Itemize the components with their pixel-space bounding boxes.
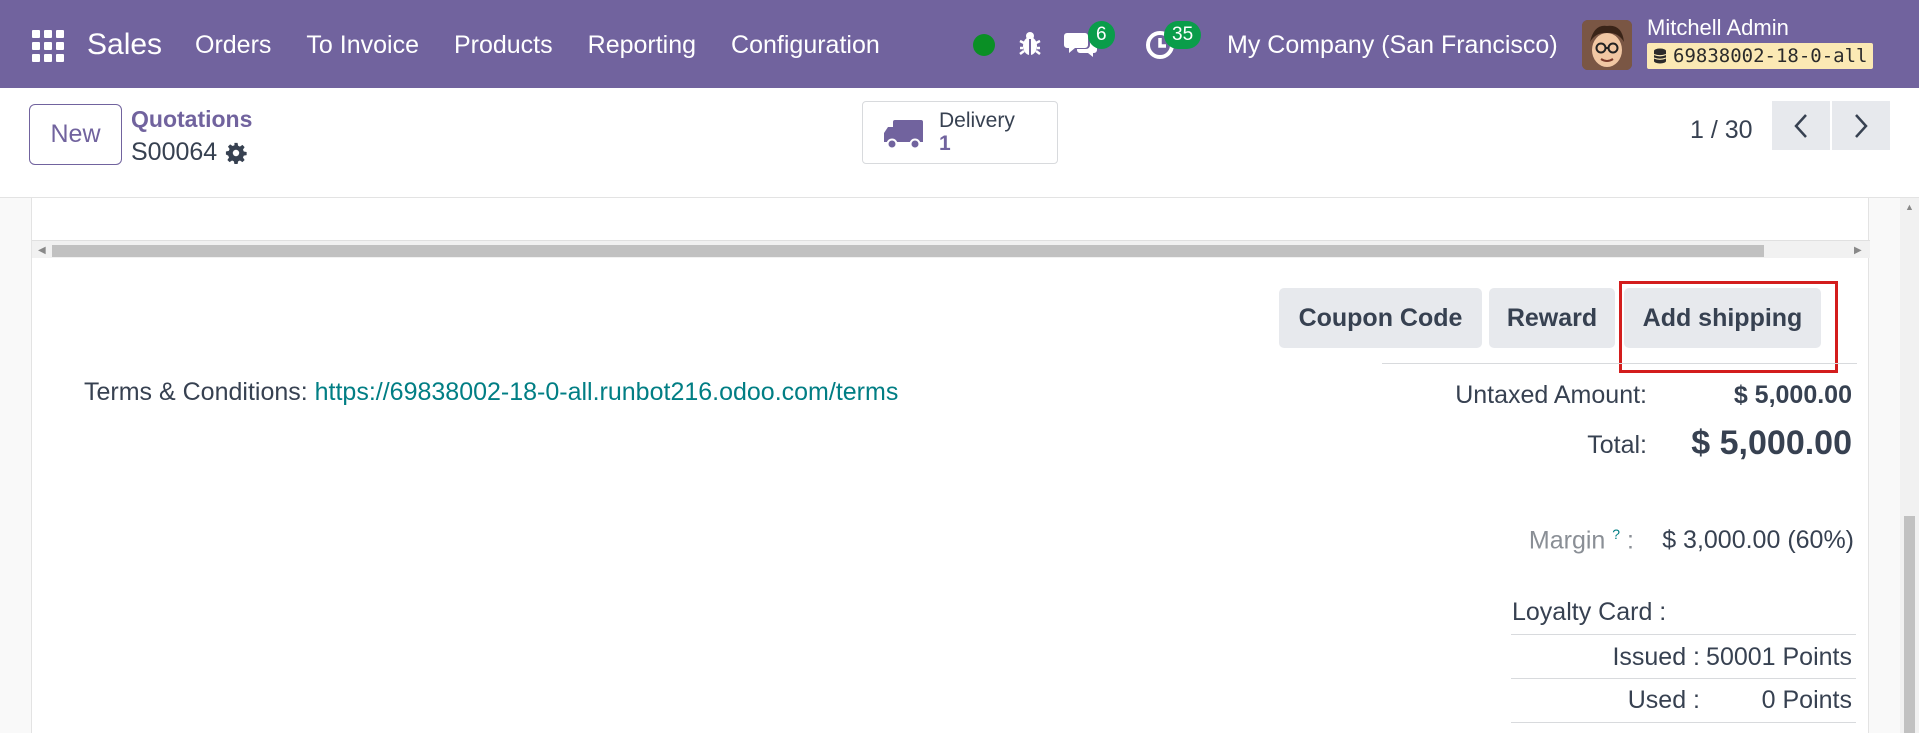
loyalty-divider — [1511, 678, 1856, 679]
vertical-scroll-thumb[interactable] — [1904, 516, 1915, 733]
scroll-up-arrow-icon[interactable]: ▲ — [1905, 202, 1914, 212]
delivery-count: 1 — [939, 131, 951, 155]
menu-item-products[interactable]: Products — [454, 31, 553, 60]
pager-next-button[interactable] — [1832, 101, 1890, 150]
main-menu: Orders To Invoice Products Reporting Con… — [195, 31, 880, 60]
delivery-smart-button[interactable]: Delivery 1 — [862, 101, 1058, 164]
company-switcher[interactable]: My Company (San Francisco) — [1227, 31, 1558, 60]
gear-icon[interactable] — [225, 142, 247, 164]
control-panel: New Quotations S00064 Delivery 1 1 / 30 — [0, 88, 1919, 198]
issued-value: 50001 Points — [1706, 643, 1852, 671]
loyalty-divider — [1511, 722, 1856, 723]
menu-item-to-invoice[interactable]: To Invoice — [306, 31, 419, 60]
truck-icon — [884, 119, 923, 149]
breadcrumb-current: S00064 — [131, 138, 247, 167]
scroll-right-arrow-icon[interactable]: ▶ — [1854, 245, 1862, 256]
app-menu-icon[interactable] — [32, 30, 64, 62]
pager-previous-button[interactable] — [1772, 101, 1830, 150]
top-navbar: Sales Orders To Invoice Products Reporti… — [0, 0, 1919, 88]
margin-value: $ 3,000.00 (60%) — [1662, 526, 1854, 554]
terms-link[interactable]: https://69838002-18-0-all.runbot216.odoo… — [315, 378, 899, 406]
menu-item-configuration[interactable]: Configuration — [731, 31, 880, 60]
terms-label: Terms & Conditions: — [84, 378, 315, 406]
vertical-scrollbar[interactable]: ▲ — [1900, 198, 1919, 733]
total-value: $ 5,000.00 — [1691, 424, 1852, 462]
user-name[interactable]: Mitchell Admin — [1647, 15, 1789, 41]
chevron-right-icon — [1855, 113, 1868, 138]
presence-status-icon — [973, 34, 995, 56]
totals-divider — [1382, 363, 1857, 364]
reward-button[interactable]: Reward — [1489, 288, 1615, 348]
breadcrumb-quotations[interactable]: Quotations — [131, 106, 252, 133]
scroll-left-arrow-icon[interactable]: ◀ — [38, 245, 46, 256]
form-sheet: ◀ ▶ Coupon Code Reward Add shipping Term… — [31, 198, 1870, 733]
app-name[interactable]: Sales — [87, 28, 162, 62]
terms-and-conditions: Terms & Conditions: https://69838002-18-… — [84, 378, 898, 407]
used-value: 0 Points — [1761, 686, 1852, 714]
activities-count-badge: 35 — [1164, 21, 1202, 49]
database-badge: 69838002-18-0-all — [1647, 43, 1874, 69]
database-name: 69838002-18-0-all — [1673, 45, 1868, 67]
loyalty-divider — [1511, 634, 1856, 635]
menu-item-orders[interactable]: Orders — [195, 31, 271, 60]
highlight-box — [1619, 281, 1838, 373]
loyalty-card-label: Loyalty Card : — [1512, 598, 1667, 626]
database-icon — [1653, 48, 1667, 64]
untaxed-amount-label: Untaxed Amount: — [1455, 381, 1647, 409]
record-name: S00064 — [131, 138, 218, 166]
debug-bug-icon[interactable] — [1016, 30, 1044, 58]
user-avatar[interactable] — [1582, 20, 1632, 70]
untaxed-amount-value: $ 5,000.00 — [1733, 381, 1852, 409]
coupon-code-button[interactable]: Coupon Code — [1279, 288, 1482, 348]
messages-count-badge: 6 — [1088, 21, 1115, 49]
chevron-left-icon — [1794, 113, 1807, 138]
horizontal-scroll-thumb[interactable] — [52, 245, 1764, 257]
menu-item-reporting[interactable]: Reporting — [588, 31, 696, 60]
delivery-label: Delivery — [939, 108, 1015, 132]
pager-value[interactable]: 1 / 30 — [1690, 116, 1753, 145]
horizontal-scrollbar[interactable]: ◀ ▶ — [32, 240, 1870, 258]
new-button[interactable]: New — [29, 104, 122, 165]
